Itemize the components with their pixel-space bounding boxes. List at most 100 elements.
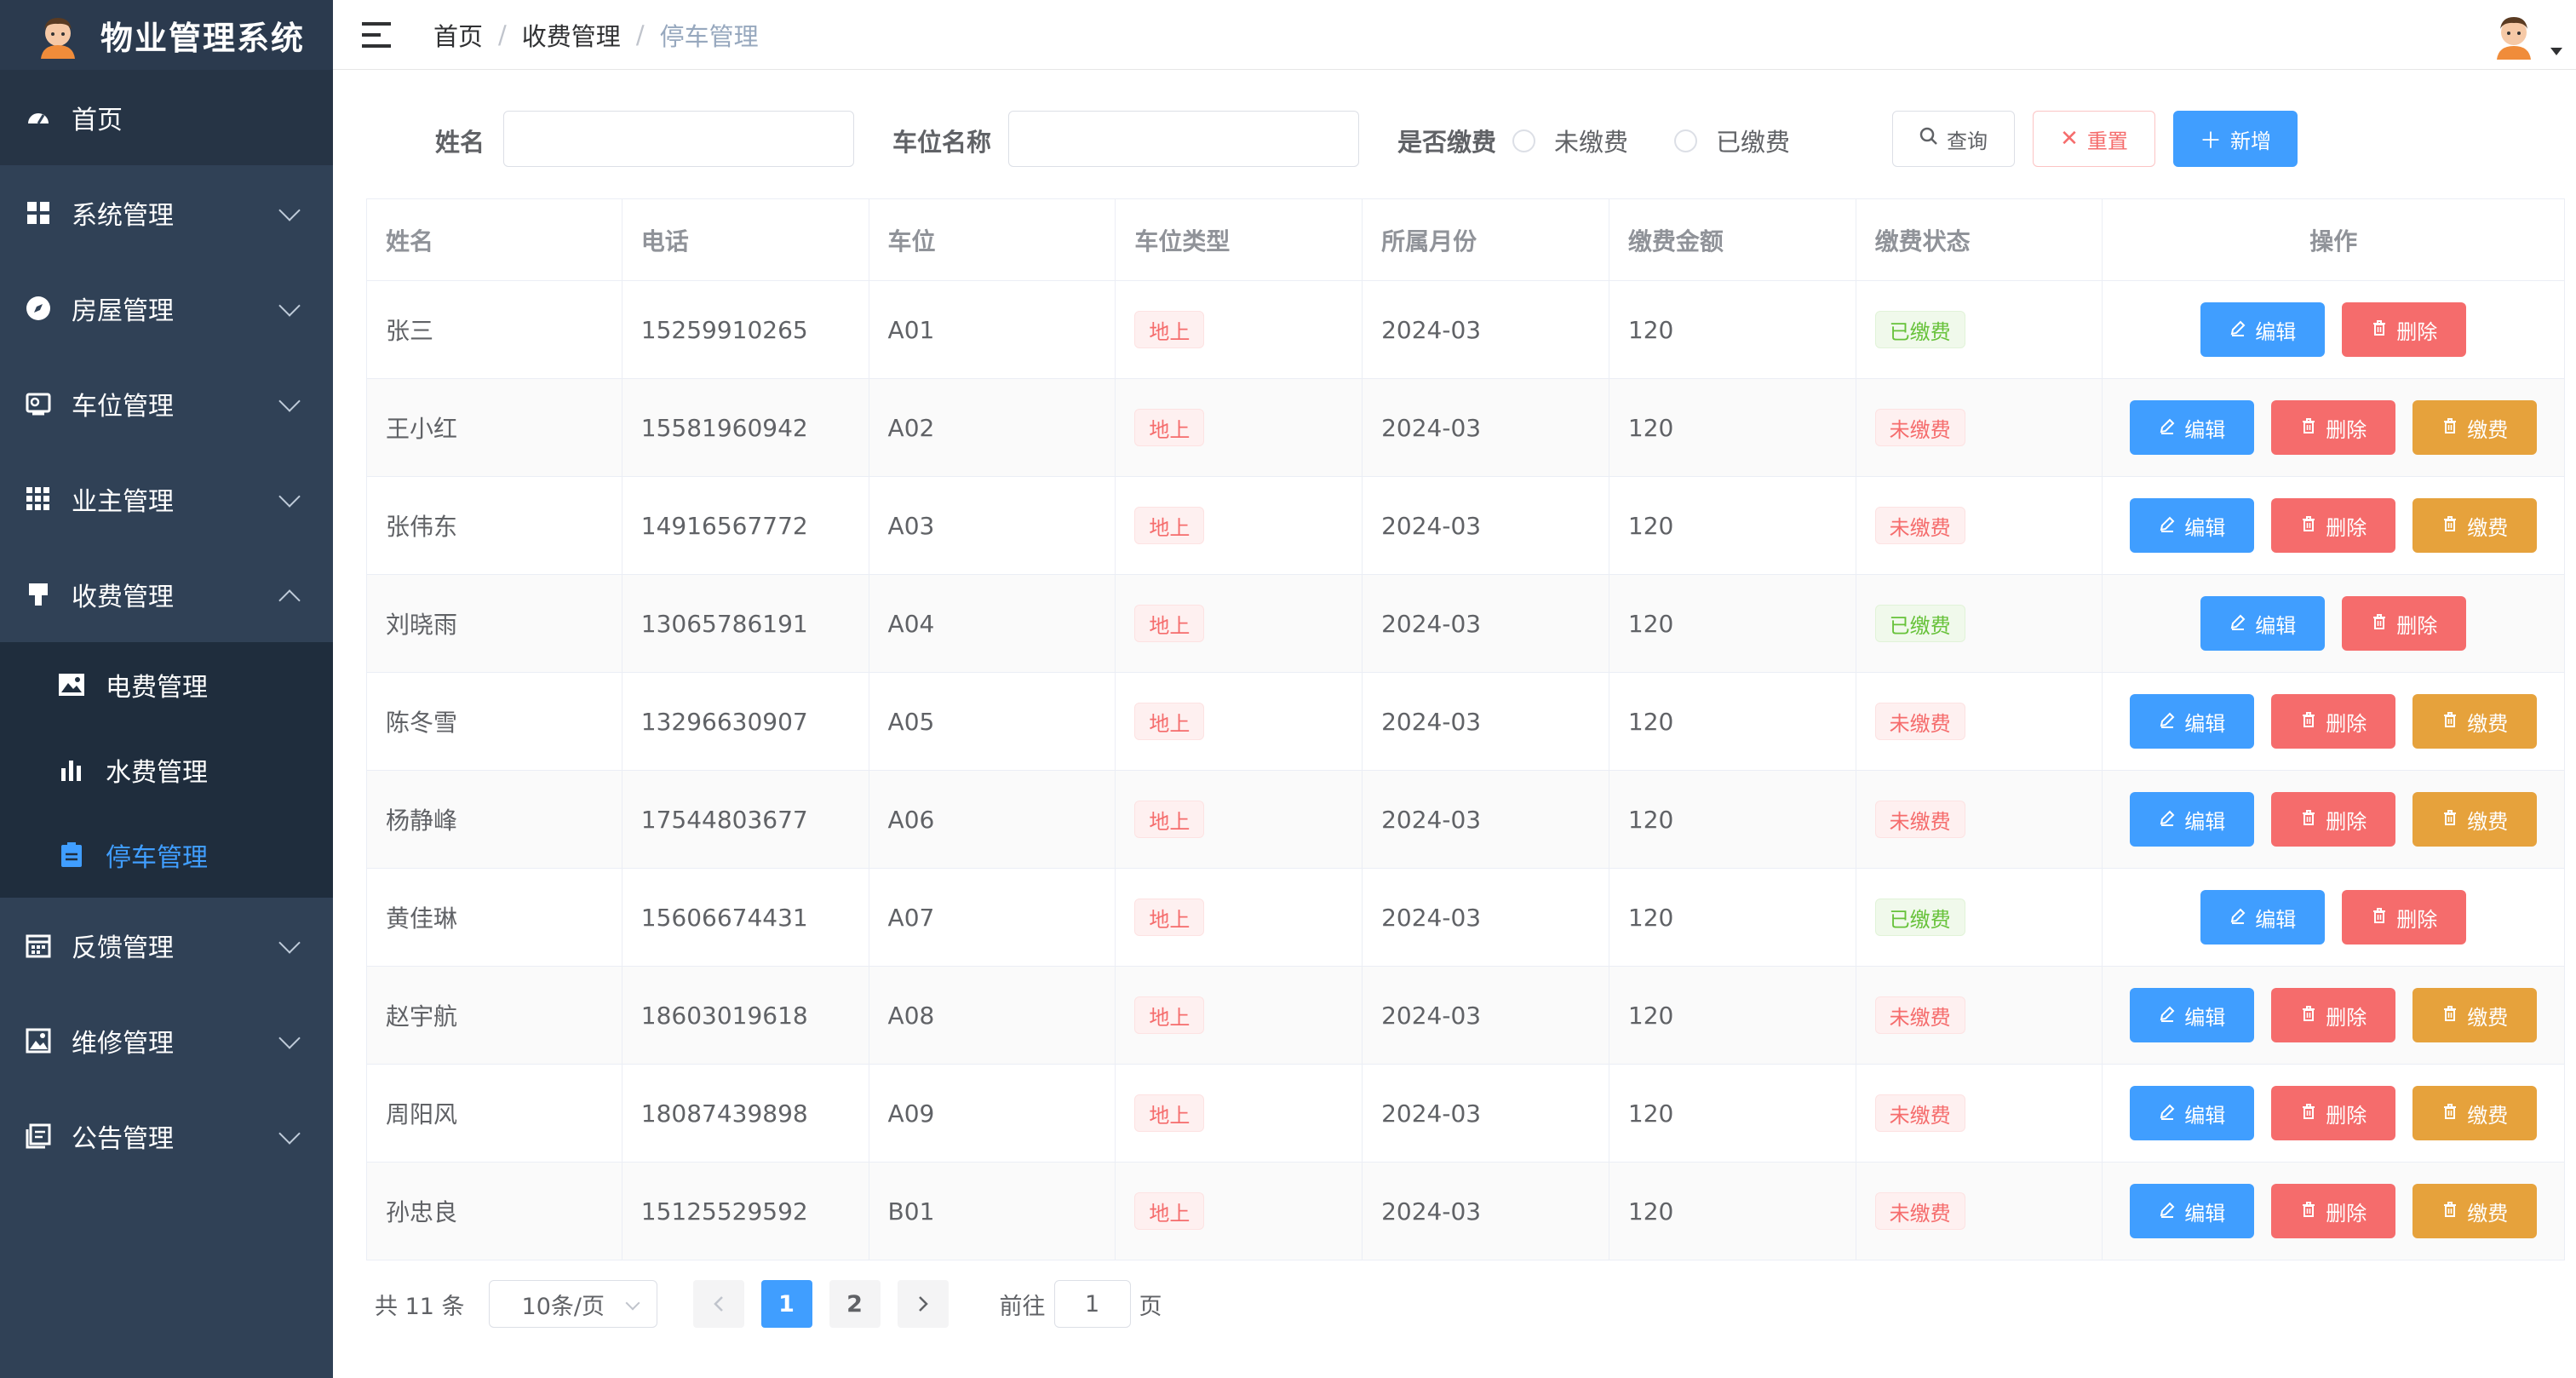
page-1-button[interactable]: 1	[760, 1280, 812, 1328]
space-type-tag: 地上	[1134, 1192, 1205, 1230]
edit-button[interactable]: 编辑	[2130, 400, 2255, 455]
delete-button[interactable]: 删除	[2271, 400, 2396, 455]
pay-button[interactable]: 缴费	[2412, 792, 2538, 847]
sidebar-item-parking-fee[interactable]: 停车管理	[0, 812, 333, 898]
status-badge: 已缴费	[1874, 899, 1965, 936]
user-avatar[interactable]	[2489, 10, 2539, 60]
cell-amount: 120	[1609, 575, 1856, 672]
pay-button[interactable]: 缴费	[2412, 1086, 2538, 1140]
picture-icon	[24, 1026, 53, 1055]
header-month: 所属月份	[1363, 199, 1609, 280]
trash-icon	[2441, 514, 2458, 537]
delete-button[interactable]: 删除	[2271, 1184, 2396, 1238]
radio-circle[interactable]	[1512, 129, 1535, 152]
page-size-select[interactable]: 10条/页	[488, 1280, 657, 1328]
hamburger-icon[interactable]	[362, 21, 391, 48]
delete-button[interactable]: 删除	[2271, 498, 2396, 553]
caret-down-icon[interactable]	[2550, 48, 2562, 55]
breadcrumb-fee[interactable]: 收费管理	[522, 17, 621, 53]
edit-button[interactable]: 编辑	[2130, 1086, 2255, 1140]
name-label: 姓名	[435, 128, 485, 157]
sidebar-item-notice[interactable]: 公告管理	[0, 1088, 333, 1184]
edit-label: 编辑	[2184, 417, 2226, 442]
cell-space-type: 地上	[1116, 673, 1363, 770]
sidebar-item-fee[interactable]: 收费管理	[0, 547, 333, 642]
next-page-button[interactable]	[897, 1280, 949, 1328]
cell-amount: 120	[1609, 1163, 1856, 1260]
trash-icon	[2300, 1199, 2317, 1223]
delete-button[interactable]: 删除	[2271, 694, 2396, 749]
delete-label: 删除	[2326, 1005, 2367, 1030]
sidebar-item-home[interactable]: 首页	[0, 70, 333, 165]
delete-button[interactable]: 删除	[2342, 596, 2467, 651]
page-2-button[interactable]: 2	[829, 1280, 881, 1328]
cell-name: 杨静峰	[367, 771, 622, 868]
radio-circle[interactable]	[1674, 129, 1697, 152]
sidebar-item-repair[interactable]: 维修管理	[0, 993, 333, 1088]
cell-status: 未缴费	[1856, 477, 2103, 574]
paid-filter-label: 是否缴费	[1397, 128, 1497, 157]
table-row: 张伟东 14916567772 A03 地上 2024-03 120 未缴费 编辑 删除 缴费	[367, 477, 2564, 575]
chevron-down-icon	[278, 1122, 301, 1145]
edit-button[interactable]: 编辑	[2130, 1184, 2255, 1238]
edit-button[interactable]: 编辑	[2130, 498, 2255, 553]
delete-button[interactable]: 删除	[2271, 988, 2396, 1042]
pay-button[interactable]: 缴费	[2412, 988, 2538, 1042]
delete-label: 删除	[2326, 809, 2367, 834]
delete-button[interactable]: 删除	[2342, 302, 2467, 357]
app-logo[interactable]: 物业管理系统	[0, 0, 333, 70]
edit-button[interactable]: 编辑	[2130, 694, 2255, 749]
sidebar-item-parking[interactable]: 车位管理	[0, 356, 333, 451]
table-row: 赵宇航 18603019618 A08 地上 2024-03 120 未缴费 编辑 删除 缴费	[367, 967, 2564, 1065]
radio-paid[interactable]: 已缴费	[1674, 123, 1790, 158]
add-button[interactable]: ＋ 新增	[2173, 111, 2298, 167]
name-input[interactable]	[503, 111, 854, 167]
breadcrumb-home[interactable]: 首页	[433, 17, 483, 53]
sidebar-item-owner[interactable]: 业主管理	[0, 451, 333, 547]
edit-button[interactable]: 编辑	[2200, 890, 2326, 945]
edit-icon	[2229, 318, 2246, 342]
radio-unpaid[interactable]: 未缴费	[1512, 123, 1628, 158]
table-row: 周阳风 18087439898 A09 地上 2024-03 120 未缴费 编辑 删除 缴费	[367, 1065, 2564, 1163]
delete-button[interactable]: 删除	[2342, 890, 2467, 945]
cell-space-type: 地上	[1116, 1065, 1363, 1162]
delete-label: 删除	[2326, 1201, 2367, 1226]
pay-button[interactable]: 缴费	[2412, 694, 2538, 749]
submenu-item-label: 电费管理	[106, 673, 208, 703]
sidebar-item-system[interactable]: 系统管理	[0, 165, 333, 261]
pay-button[interactable]: 缴费	[2412, 498, 2538, 553]
pay-label: 缴费	[2467, 1103, 2509, 1128]
sidebar-item-water[interactable]: 水费管理	[0, 727, 333, 812]
edit-button[interactable]: 编辑	[2200, 596, 2326, 651]
edit-icon	[2159, 807, 2176, 831]
edit-button[interactable]: 编辑	[2130, 792, 2255, 847]
delete-button[interactable]: 删除	[2271, 792, 2396, 847]
header-name: 姓名	[367, 199, 622, 280]
sidebar-item-feedback[interactable]: 反馈管理	[0, 898, 333, 993]
chevron-down-icon	[278, 1027, 301, 1049]
edit-icon	[2159, 1199, 2176, 1223]
pay-button[interactable]: 缴费	[2412, 1184, 2538, 1238]
prev-page-button[interactable]	[692, 1280, 744, 1328]
cell-space-type: 地上	[1116, 967, 1363, 1064]
edit-icon	[2159, 709, 2176, 733]
query-button[interactable]: 查询	[1892, 111, 2015, 167]
trash-icon	[2371, 611, 2388, 635]
trash-icon	[2300, 1003, 2317, 1027]
sidebar-item-electricity[interactable]: 电费管理	[0, 642, 333, 727]
cell-month: 2024-03	[1363, 379, 1609, 476]
sidebar-item-house[interactable]: 房屋管理	[0, 261, 333, 356]
cell-actions: 编辑 删除 缴费	[2103, 477, 2564, 574]
goto-page-input[interactable]: 1	[1053, 1280, 1131, 1328]
edit-button[interactable]: 编辑	[2130, 988, 2255, 1042]
pay-button[interactable]: 缴费	[2412, 400, 2538, 455]
cell-name: 张伟东	[367, 477, 622, 574]
submenu-item-label: 水费管理	[106, 758, 208, 788]
delete-button[interactable]: 删除	[2271, 1086, 2396, 1140]
edit-button[interactable]: 编辑	[2200, 302, 2326, 357]
close-icon: ✕	[2060, 126, 2079, 152]
cell-status: 未缴费	[1856, 771, 2103, 868]
reset-button[interactable]: ✕ 重置	[2033, 111, 2155, 167]
trash-icon	[2441, 709, 2458, 733]
space-name-input[interactable]	[1008, 111, 1359, 167]
